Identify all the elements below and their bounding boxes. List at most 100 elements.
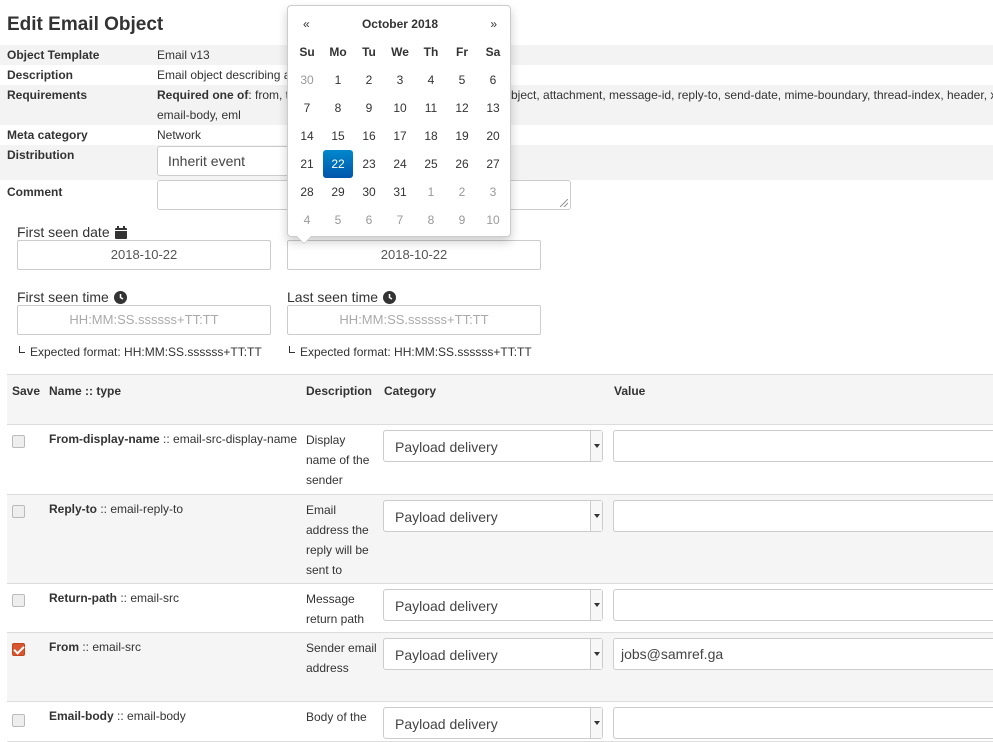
header-description: Description (306, 384, 373, 398)
requirements-text-2: bject, attachment, message-id, reply-to,… (511, 88, 993, 102)
category-select-value: Payload delivery (395, 509, 498, 525)
day-of-week-label: Sa (485, 45, 501, 59)
header-category: Category (384, 384, 437, 398)
category-select[interactable]: Payload delivery (383, 589, 603, 621)
calendar-day[interactable]: 10 (385, 94, 415, 122)
calendar-day[interactable]: 12 (447, 94, 477, 122)
day-of-week-label: Th (423, 45, 439, 59)
last-seen-time-hint: Expected format: HH:MM:SS.ssssss+TT:TT (289, 345, 532, 359)
save-checkbox[interactable] (12, 435, 25, 448)
calendar-day[interactable]: 3 (385, 66, 415, 94)
next-month-button[interactable]: » (490, 17, 497, 31)
calendar-day[interactable]: 23 (354, 150, 384, 178)
value-input[interactable] (613, 707, 993, 739)
calendar-day[interactable]: 26 (447, 150, 477, 178)
calendar-day[interactable]: 10 (478, 206, 508, 234)
attribute-name-text: Reply-to (49, 502, 97, 516)
calendar-day[interactable]: 28 (292, 178, 322, 206)
calendar-day[interactable]: 8 (416, 206, 446, 234)
meta-value: Network (157, 128, 202, 142)
first-seen-time-label-text: First seen time (17, 289, 109, 305)
calendar-day[interactable]: 8 (323, 94, 353, 122)
calendar-day[interactable]: 11 (416, 94, 446, 122)
calendar-day[interactable]: 31 (385, 178, 415, 206)
save-checkbox[interactable] (12, 505, 25, 518)
calendar-day[interactable]: 19 (447, 122, 477, 150)
attribute-name-text: Email-body (49, 709, 114, 723)
day-of-week-label: We (391, 45, 409, 59)
first-seen-date-input[interactable]: 2018-10-22 (17, 240, 271, 270)
calendar-day[interactable]: 9 (354, 94, 384, 122)
value-input[interactable]: jobs@samref.ga (613, 638, 993, 670)
category-select[interactable]: Payload delivery (383, 500, 603, 532)
save-checkbox[interactable] (12, 594, 25, 607)
last-seen-date-input[interactable]: 2018-10-22 (287, 240, 541, 270)
distribution-select[interactable]: Inherit event (157, 146, 307, 176)
attribute-description: Body of the (306, 710, 367, 724)
calendar-day[interactable]: 16 (354, 122, 384, 150)
calendar-day[interactable]: 27 (478, 150, 508, 178)
value-input[interactable] (613, 500, 993, 532)
calendar-day[interactable]: 15 (323, 122, 353, 150)
calendar-day[interactable]: 2 (354, 66, 384, 94)
calendar-day[interactable]: 4 (416, 66, 446, 94)
attribute-name: Reply-to :: email-reply-to (49, 502, 183, 516)
table-row: Email-body :: email-body Body of the Paylo… (7, 702, 993, 742)
select-arrow-icon (590, 501, 602, 531)
calendar-day[interactable]: 24 (385, 150, 415, 178)
calendar-day[interactable]: 20 (478, 122, 508, 150)
calendar-day[interactable]: 5 (323, 206, 353, 234)
calendar-day[interactable]: 7 (292, 94, 322, 122)
comment-label: Comment (7, 185, 63, 199)
calendar-day[interactable]: 30 (354, 178, 384, 206)
datepicker-title[interactable]: October 2018 (288, 17, 512, 31)
calendar-day[interactable]: 14 (292, 122, 322, 150)
category-select[interactable]: Payload delivery (383, 707, 603, 739)
calendar-day-selected[interactable]: 22 (323, 150, 353, 178)
attribute-type: :: email-src-display-name (159, 432, 298, 446)
calendar-day[interactable]: 1 (323, 66, 353, 94)
calendar-day[interactable]: 6 (478, 66, 508, 94)
calendar-day[interactable]: 9 (447, 206, 477, 234)
value-input[interactable] (613, 430, 993, 462)
table-row: From-display-name :: email-src-display-n… (7, 425, 993, 495)
meta-label: Meta category (7, 128, 88, 142)
prev-month-button[interactable]: « (303, 17, 310, 31)
calendar-day[interactable]: 17 (385, 122, 415, 150)
day-of-week-label: Tu (362, 45, 376, 59)
calendar-day[interactable]: 25 (416, 150, 446, 178)
category-select[interactable]: Payload delivery (383, 638, 603, 670)
category-select[interactable]: Payload delivery (383, 430, 603, 462)
attribute-name: From-display-name :: email-src-display-n… (49, 432, 297, 446)
calendar-day[interactable]: 18 (416, 122, 446, 150)
calendar-day[interactable]: 2 (447, 178, 477, 206)
requirements-label: Requirements (7, 88, 88, 102)
calendar-day[interactable]: 30 (292, 66, 322, 94)
attribute-name: Return-path :: email-src (49, 591, 179, 605)
calendar-day[interactable]: 1 (416, 178, 446, 206)
attribute-description: Sender email address (306, 641, 377, 675)
last-seen-time-input[interactable]: HH:MM:SS.ssssss+TT:TT (287, 305, 541, 335)
resize-grip-icon[interactable] (560, 199, 568, 207)
calendar-day[interactable]: 5 (447, 66, 477, 94)
save-checkbox[interactable] (12, 643, 25, 656)
first-seen-time-input[interactable]: HH:MM:SS.ssssss+TT:TT (17, 305, 271, 335)
category-select-value: Payload delivery (395, 716, 498, 732)
attribute-description: Email address the reply will be sent to (306, 503, 369, 577)
save-checkbox[interactable] (12, 714, 25, 727)
template-label: Object Template (7, 48, 100, 62)
datepicker-header: October 2018 « » (288, 17, 512, 33)
attribute-name-text: From (49, 640, 79, 654)
calendar-day[interactable]: 13 (478, 94, 508, 122)
calendar-day[interactable]: 7 (385, 206, 415, 234)
calendar-day[interactable]: 21 (292, 150, 322, 178)
calendar-day[interactable]: 29 (323, 178, 353, 206)
requirements-text-3: email-body, eml (157, 108, 241, 122)
calendar-day[interactable]: 6 (354, 206, 384, 234)
attribute-name: From :: email-src (49, 640, 141, 654)
calendar-day[interactable]: 4 (292, 206, 322, 234)
value-input[interactable] (613, 589, 993, 621)
clock-icon (113, 290, 127, 304)
calendar-day[interactable]: 3 (478, 178, 508, 206)
table-row: From :: email-src Sender email address Pay… (7, 633, 993, 702)
